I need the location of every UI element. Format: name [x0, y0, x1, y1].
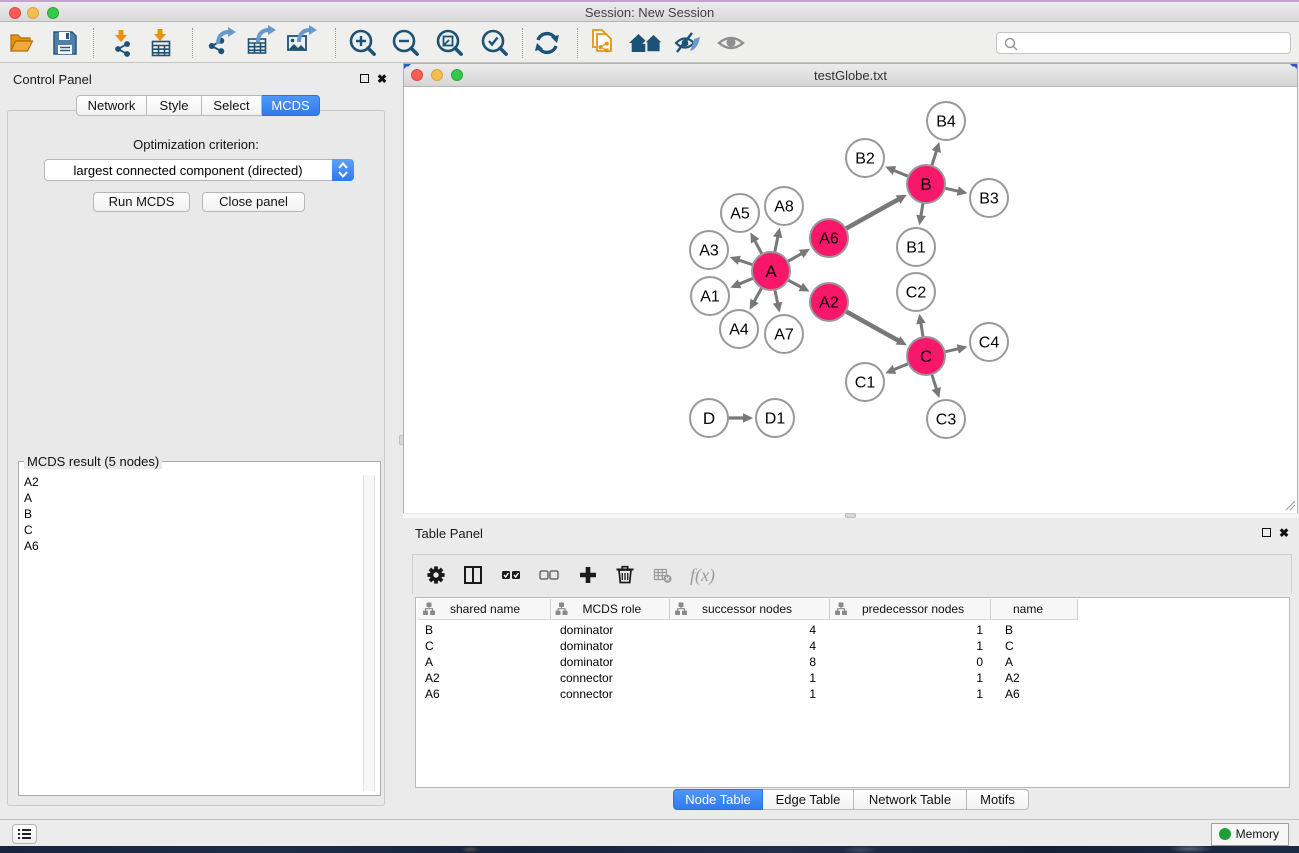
svg-text:C3: C3 [936, 412, 957, 429]
svg-text:f(x): f(x) [690, 565, 715, 586]
svg-text:C2: C2 [906, 285, 927, 302]
svg-text:A2: A2 [819, 295, 839, 312]
svg-text:B3: B3 [979, 191, 999, 208]
svg-text:A3: A3 [699, 243, 719, 260]
svg-text:C1: C1 [855, 375, 876, 392]
svg-text:A: A [765, 262, 777, 281]
svg-text:A5: A5 [730, 206, 750, 223]
svg-text:A8: A8 [774, 199, 794, 216]
svg-text:A1: A1 [700, 289, 720, 306]
svg-text:B1: B1 [906, 240, 926, 257]
svg-text:C4: C4 [979, 335, 1000, 352]
svg-text:C: C [920, 347, 932, 366]
svg-text:A4: A4 [729, 322, 749, 339]
svg-text:D1: D1 [765, 411, 786, 428]
svg-text:B4: B4 [936, 114, 956, 131]
svg-text:B: B [920, 175, 931, 194]
svg-text:B2: B2 [855, 151, 875, 168]
svg-text:D: D [703, 409, 715, 428]
svg-text:A6: A6 [819, 231, 839, 248]
svg-text:A7: A7 [774, 327, 794, 344]
